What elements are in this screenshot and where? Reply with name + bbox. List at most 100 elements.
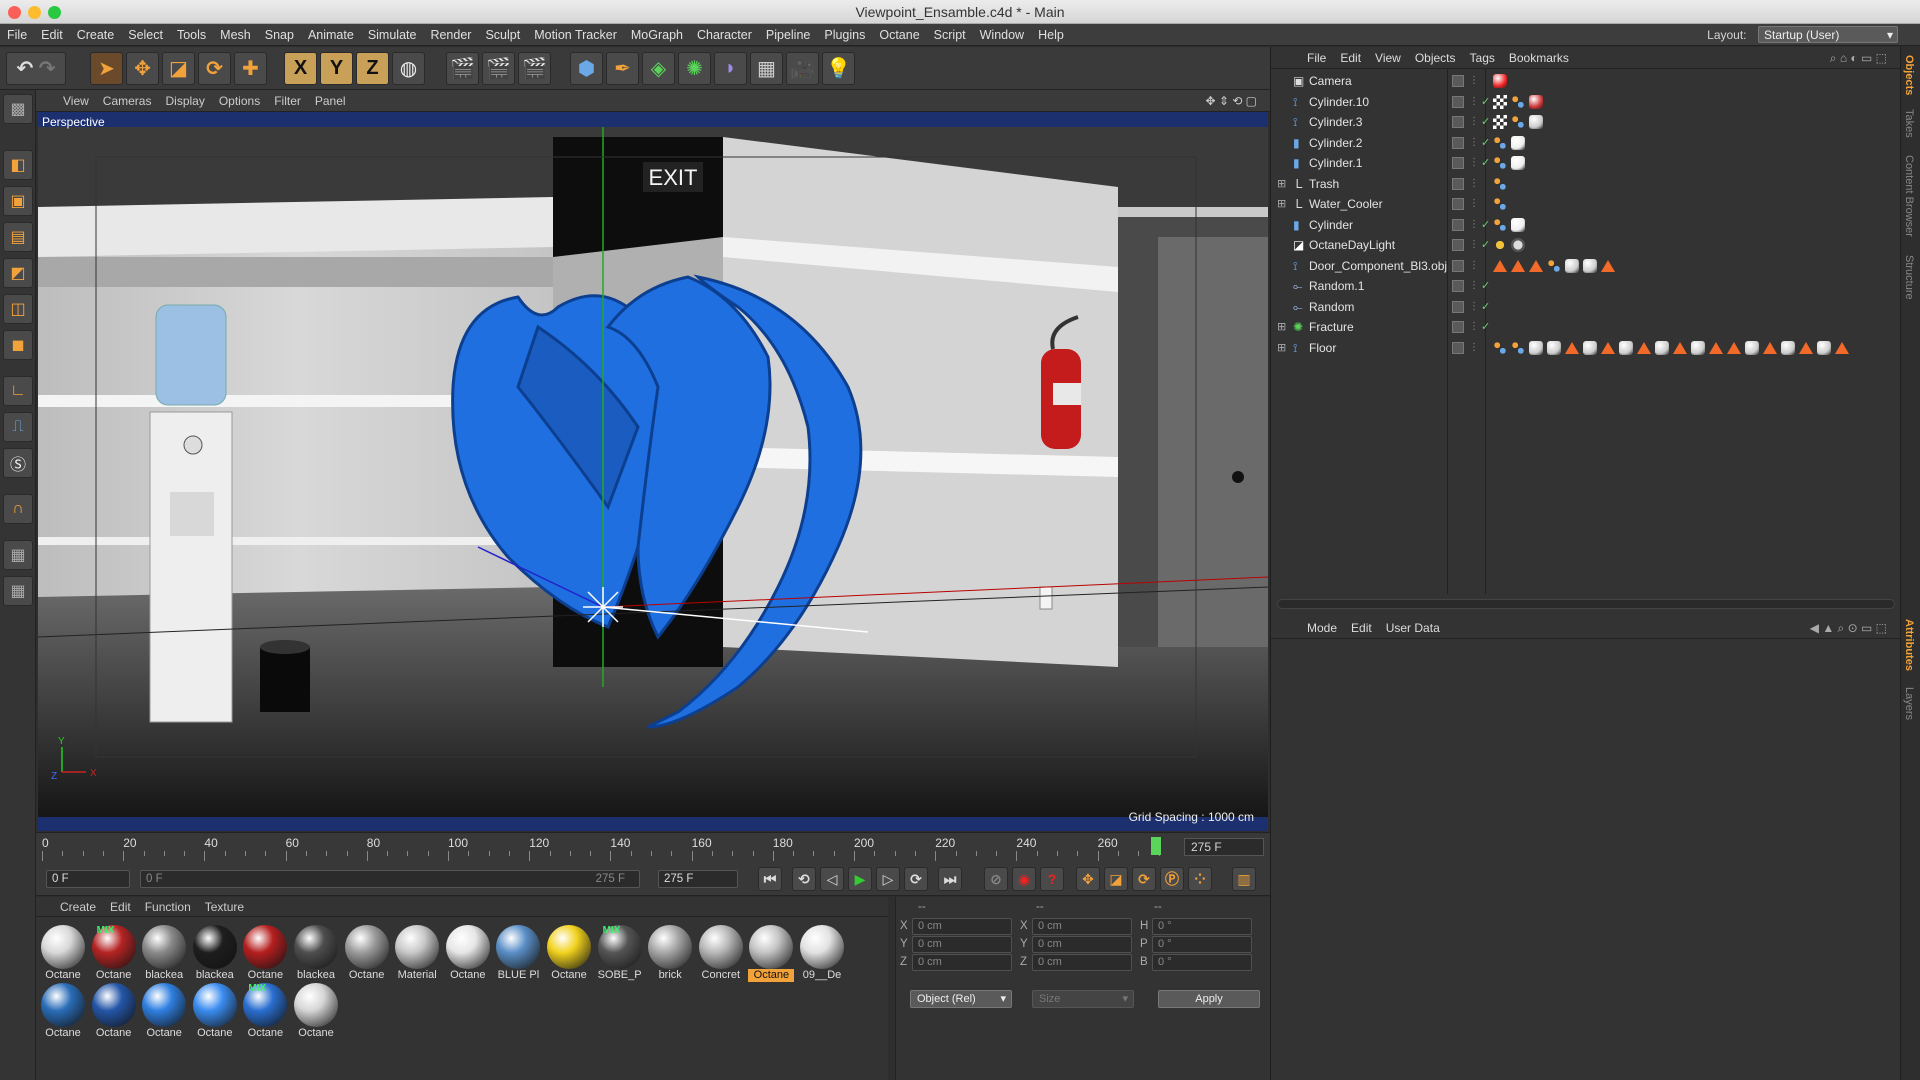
edges-mode-button[interactable]: ◫	[3, 294, 33, 324]
coord-rotation-field[interactable]: 0 °	[1152, 954, 1252, 971]
object-horizontal-scrollbar[interactable]	[1277, 599, 1895, 609]
object-tag-icon[interactable]	[1511, 94, 1525, 109]
coordinate-system-button[interactable]: ◍	[392, 52, 425, 85]
object-row[interactable]: ⟟ Cylinder.3 ⋮ ✓	[1271, 112, 1901, 133]
end-frame-field[interactable]: 275 F	[658, 870, 738, 888]
object-tag-icon[interactable]	[1763, 341, 1777, 354]
workplane-mode-button[interactable]: ▤	[3, 222, 33, 252]
axis-mode-button[interactable]: ∟	[3, 376, 33, 406]
object-tag-icon[interactable]	[1493, 197, 1507, 211]
visibility-dots-icon[interactable]: ⋮	[1469, 215, 1479, 235]
menu-help[interactable]: Help	[1031, 24, 1071, 46]
object-tag-icon[interactable]	[1529, 340, 1543, 355]
menu-edit[interactable]: Edit	[34, 24, 70, 46]
move-tool-button[interactable]: ✥	[126, 52, 159, 85]
material-swatch[interactable]: brick	[647, 925, 693, 981]
make-editable-button[interactable]: ▩	[3, 94, 33, 124]
object-row[interactable]: ◪ OctaneDayLight ⋮ ✓	[1271, 235, 1901, 256]
record-active-button[interactable]: ⊘	[984, 867, 1008, 891]
subdivision-surface-button[interactable]: ◈	[642, 52, 675, 85]
menu-octane[interactable]: Octane	[872, 24, 926, 46]
menu-motion-tracker[interactable]: Motion Tracker	[527, 24, 624, 46]
enabled-check-icon[interactable]: ✓	[1481, 92, 1490, 112]
material-swatch[interactable]: blackea	[293, 925, 339, 981]
object-row[interactable]: ⟟ Cylinder.10 ⋮ ✓	[1271, 92, 1901, 113]
material-swatch[interactable]: MIX Octane	[242, 983, 288, 1039]
coordinate-mode-select[interactable]: Object (Rel) ▾	[910, 990, 1012, 1008]
side-tab-layers[interactable]: Layers	[1903, 687, 1915, 720]
visibility-dots-icon[interactable]: ⋮	[1469, 71, 1479, 91]
object-tag-icon[interactable]	[1637, 341, 1651, 354]
model-mode-button[interactable]: ◧	[3, 150, 33, 180]
material-swatch[interactable]: BLUE Pl	[495, 925, 541, 981]
object-tag-icon[interactable]	[1493, 74, 1507, 88]
coord-size-field[interactable]: 0 cm	[1032, 918, 1132, 935]
attribute-menu-user-data[interactable]: User Data	[1379, 621, 1447, 635]
object-tag-icon[interactable]	[1493, 259, 1507, 272]
enabled-check-icon[interactable]: ✓	[1481, 276, 1490, 296]
points-mode-button[interactable]: ◩	[3, 258, 33, 288]
coord-rotation-field[interactable]: 0 °	[1152, 936, 1252, 953]
play-button[interactable]: ▶	[848, 867, 872, 891]
visibility-dots-icon[interactable]: ⋮	[1469, 174, 1479, 194]
minimize-window-button[interactable]	[28, 6, 41, 19]
expand-icon[interactable]: ⊞	[1277, 338, 1286, 358]
scale-tool-button[interactable]: ◪	[162, 52, 195, 85]
size-mode-select[interactable]: Size ▾	[1032, 990, 1134, 1008]
object-menu-view[interactable]: View	[1368, 51, 1408, 65]
menu-animate[interactable]: Animate	[301, 24, 361, 46]
object-row[interactable]: ⊞ ⟟ Floor ⋮	[1271, 338, 1901, 359]
enabled-check-icon[interactable]: ✓	[1481, 235, 1490, 255]
layer-visibility-icon[interactable]	[1452, 280, 1464, 292]
go-to-end-button[interactable]: ⏭	[938, 867, 962, 891]
object-menu-file[interactable]: File	[1300, 51, 1333, 65]
object-tag-icon[interactable]	[1565, 258, 1579, 273]
expand-icon[interactable]: ⊞	[1277, 174, 1286, 194]
apply-button[interactable]: Apply	[1158, 990, 1260, 1008]
material-swatch[interactable]: Octane	[748, 925, 795, 982]
visibility-dots-icon[interactable]: ⋮	[1469, 317, 1479, 337]
object-row[interactable]: ⊞ Ｌ Trash ⋮	[1271, 174, 1901, 195]
object-tag-icon[interactable]	[1799, 341, 1813, 354]
render-settings-button[interactable]: 🎬	[518, 52, 551, 85]
close-window-button[interactable]	[8, 6, 21, 19]
timeline-layout-button[interactable]: ▥	[1232, 867, 1256, 891]
menu-mograph[interactable]: MoGraph	[624, 24, 690, 46]
y-axis-lock-button[interactable]: Y	[320, 52, 353, 85]
viewport-menu-cameras[interactable]: Cameras	[96, 94, 159, 108]
object-manager-nav-icons[interactable]: ⌕ ⌂ ◐ ▭ ⬚	[1823, 47, 1894, 69]
material-swatch[interactable]: Octane	[91, 983, 137, 1039]
snap-button[interactable]: ∩	[3, 494, 33, 524]
menu-character[interactable]: Character	[690, 24, 759, 46]
parameter-key-button[interactable]: Ⓟ	[1160, 867, 1184, 891]
menu-snap[interactable]: Snap	[258, 24, 301, 46]
visibility-dots-icon[interactable]: ⋮	[1469, 276, 1479, 296]
object-tag-icon[interactable]	[1493, 94, 1507, 109]
previous-frame-button[interactable]: ◁	[820, 867, 844, 891]
layer-visibility-icon[interactable]	[1452, 239, 1464, 251]
object-row[interactable]: ▣ Camera ⋮	[1271, 71, 1901, 92]
object-row[interactable]: ▮ Cylinder.2 ⋮ ✓	[1271, 133, 1901, 154]
attribute-menu-mode[interactable]: Mode	[1300, 621, 1344, 635]
object-menu-tags[interactable]: Tags	[1463, 51, 1502, 65]
viewport-menu-view[interactable]: View	[56, 94, 96, 108]
viewport-menu-options[interactable]: Options	[212, 94, 267, 108]
layer-visibility-icon[interactable]	[1452, 341, 1464, 354]
object-row[interactable]: ⟟ Door_Component_Bl3.obj ⋮	[1271, 256, 1901, 277]
menu-simulate[interactable]: Simulate	[361, 24, 424, 46]
frame-range-slider[interactable]: 0 F 275 F	[140, 870, 640, 888]
object-tag-icon[interactable]	[1565, 341, 1579, 354]
material-swatch[interactable]: Octane	[141, 983, 187, 1039]
point-level-key-button[interactable]: ⁘	[1188, 867, 1212, 891]
previous-key-button[interactable]: ⟲	[792, 867, 816, 891]
go-to-start-button[interactable]: ⏮	[758, 867, 782, 891]
side-tab-objects[interactable]: Objects	[1903, 55, 1915, 95]
visibility-dots-icon[interactable]: ⋮	[1469, 256, 1479, 276]
side-tab-structure[interactable]: Structure	[1903, 255, 1915, 300]
layer-visibility-icon[interactable]	[1452, 157, 1464, 169]
object-row[interactable]: ⊞ ✺ Fracture ⋮ ✓	[1271, 317, 1901, 338]
material-swatch[interactable]: MIX SOBE_P	[597, 925, 643, 981]
next-key-button[interactable]: ⟳	[904, 867, 928, 891]
object-row[interactable]: ⟜ Random.1 ⋮ ✓	[1271, 276, 1901, 297]
side-tab-content-browser[interactable]: Content Browser	[1903, 155, 1915, 237]
